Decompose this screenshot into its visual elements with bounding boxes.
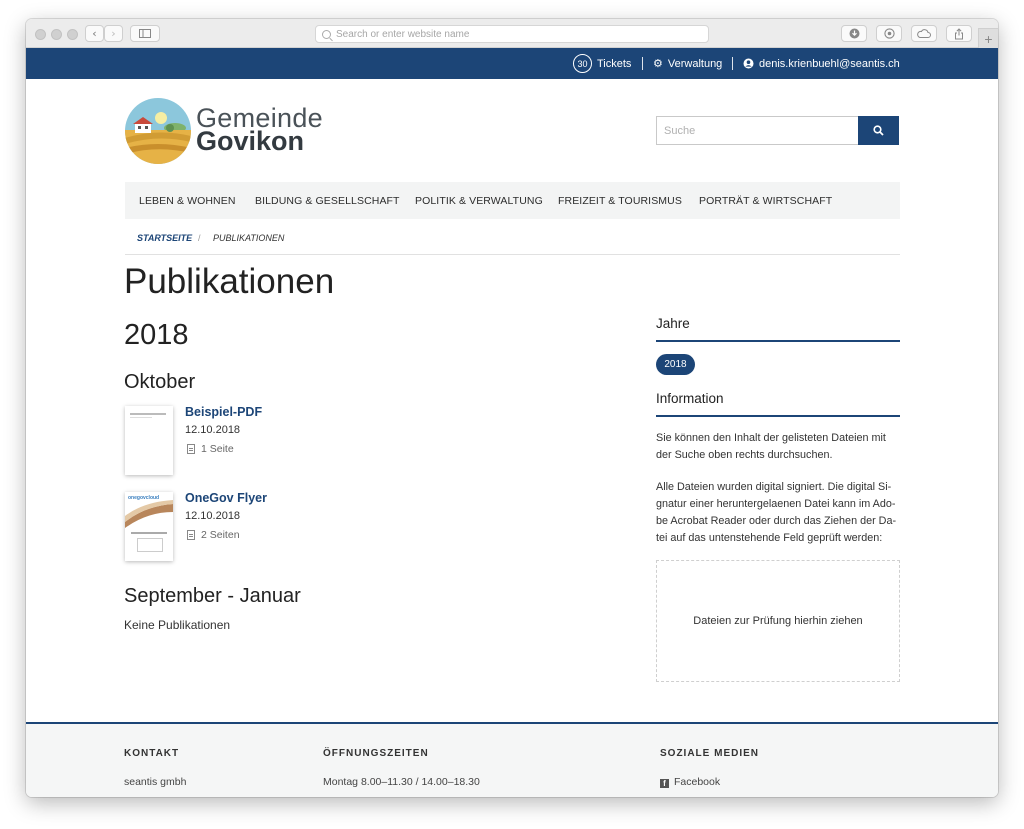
gear-icon: ⚙ [653,57,663,70]
publication-pages-label: 1 Seite [201,443,234,455]
cloud-icon[interactable] [911,25,937,42]
logo-title-line2: Govikon [196,126,305,156]
year-filter-2018[interactable]: 2018 [656,354,695,375]
minimize-window-button[interactable] [51,29,62,40]
heading-underline [656,340,900,342]
publication-title-link[interactable]: Beispiel-PDF [185,405,262,419]
publication-pages-label: 2 Seiten [201,529,240,541]
publication-pages: 1 Seite [187,443,234,455]
years-heading: Jahre [656,316,690,331]
document-icon [187,444,195,454]
facebook-label: Facebook [674,776,721,788]
info-paragraph-search: Sie können den Inhalt der gelisteten Dat… [656,432,886,461]
page-title: Publikationen [124,262,335,301]
footer-hours-line: Montag 8.00–11.30 / 14.00–18.30 [323,776,480,788]
download-icon[interactable] [841,25,867,42]
address-placeholder: Search or enter website name [336,28,470,40]
logo-image[interactable] [125,98,191,164]
publication-thumbnail[interactable] [125,406,173,475]
footer-hours-heading: ÖFFNUNGSZEITEN [323,748,429,759]
info-paragraph-signature: Alle Dateien wurden digital signiert. Di… [656,481,897,544]
tickets-label: Tickets [597,57,632,70]
document-icon [187,530,195,540]
publication-date: 12.10.2018 [185,510,241,522]
footer-contact-company: seantis gmbh [124,776,187,788]
nav-item-portraet-wirtschaft[interactable]: PORTRÄT & WIRTSCHAFT [699,182,832,219]
share-icon[interactable] [946,25,972,42]
browser-toolbar: ‹ › Search or enter website name + [26,19,998,48]
footer-social-heading: SOZIALE MEDIEN [660,748,760,759]
ticket-count-badge: 30 [573,54,592,73]
information-heading: Information [656,391,724,406]
month-heading: Oktober [124,371,196,393]
heading-underline [656,415,900,417]
nav-item-bildung-gesellschaft[interactable]: BILDUNG & GESELLSCHAFT [255,182,400,219]
breadcrumb-current: PUBLIKATIONEN [213,233,285,243]
forward-icon[interactable]: › [104,25,123,42]
nav-item-politik-verwaltung[interactable]: POLITIK & VERWALTUNG [415,182,543,219]
search-icon [873,125,884,136]
publication-title-link[interactable]: OneGov Flyer [185,491,267,505]
back-icon[interactable]: ‹ [85,25,104,42]
footer: KONTAKT seantis gmbh ÖFFNUNGSZEITEN Mont… [26,722,998,797]
year-heading: 2018 [124,319,189,351]
footer-contact-heading: KONTAKT [124,748,180,759]
divider [732,57,733,70]
breadcrumb-separator: / [198,233,201,243]
nav-item-freizeit-tourismus[interactable]: FREIZEIT & TOURISMUS [558,182,682,219]
divider [642,57,643,70]
facebook-icon: f [660,779,669,788]
breadcrumb-divider [125,254,900,255]
footer-facebook-link[interactable]: f Facebook [660,776,720,788]
user-icon [743,58,754,69]
dropzone-label: Dateien zur Prüfung hierhin ziehen [693,615,863,627]
publication-thumbnail[interactable]: onegovcloud [125,492,173,561]
search-button[interactable] [858,116,899,145]
breadcrumb-home[interactable]: STARTSEITE [137,233,192,243]
search-icon [322,29,331,39]
main-navigation: LEBEN & WOHNEN BILDUNG & GESELLSCHAFT PO… [125,182,900,219]
nav-item-leben-wohnen[interactable]: LEBEN & WOHNEN [139,182,236,219]
signature-dropzone[interactable]: Dateien zur Prüfung hierhin ziehen [656,560,900,682]
publication-date: 12.10.2018 [185,424,241,436]
close-window-button[interactable] [35,29,46,40]
user-email: denis.krienbuehl@seantis.ch [759,57,900,70]
admin-label: Verwaltung [667,57,723,70]
tickets-link[interactable]: 30 Tickets [573,48,631,79]
range-heading: September - Januar [124,585,301,607]
empty-state-text: Keine Publikationen [124,618,231,632]
site-search-input[interactable] [656,116,859,145]
sidebar-icon[interactable] [130,25,160,42]
new-tab-icon[interactable]: + [978,28,998,48]
reader-icon[interactable] [876,25,902,42]
admin-link[interactable]: ⚙ Verwaltung [653,48,722,79]
address-bar[interactable]: Search or enter website name [315,25,709,43]
zoom-window-button[interactable] [67,29,78,40]
browser-window: ‹ › Search or enter website name + 30 Ti… [26,19,998,797]
admin-bar: 30 Tickets ⚙ Verwaltung denis.krienbuehl… [26,48,998,79]
user-link[interactable]: denis.krienbuehl@seantis.ch [743,48,900,79]
publication-pages: 2 Seiten [187,529,240,541]
